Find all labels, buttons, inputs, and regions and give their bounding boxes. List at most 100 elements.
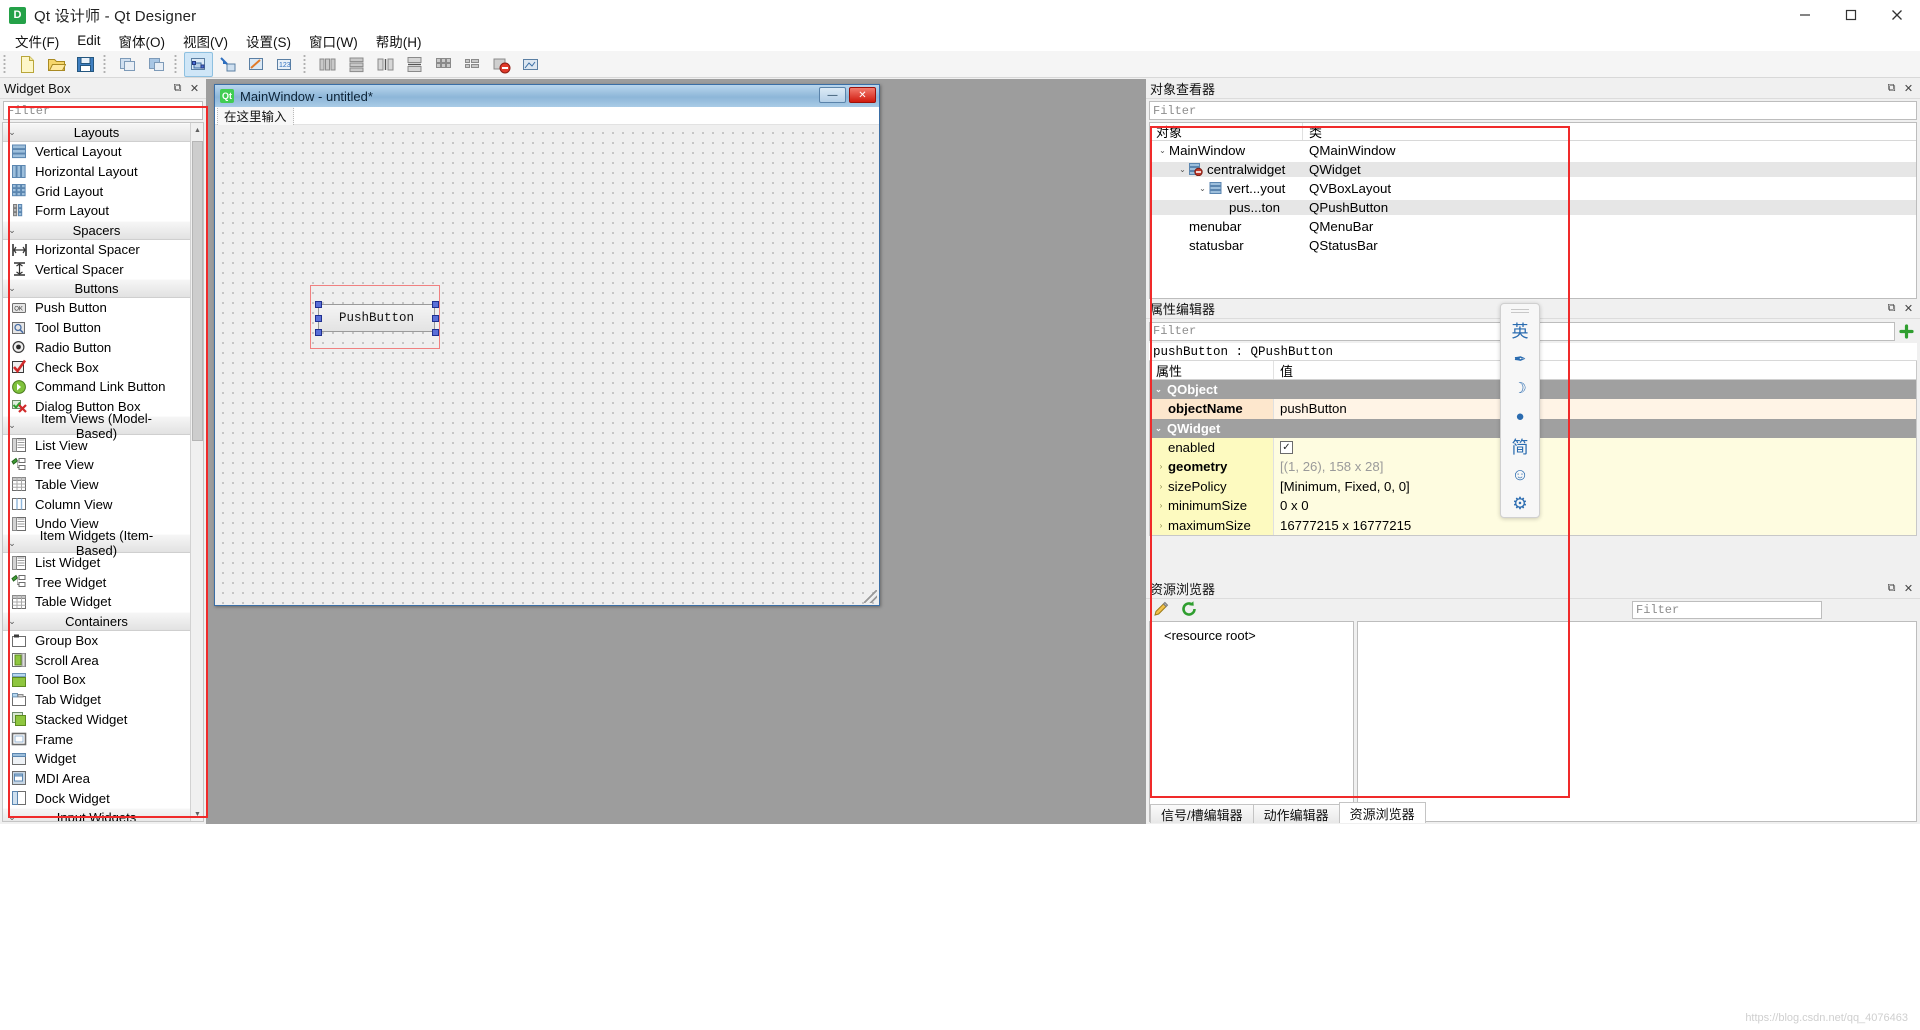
widget-box-scroll-down[interactable]: ▼	[191, 807, 203, 821]
resource-browser-close-button[interactable]: ✕	[1901, 581, 1916, 596]
widget-box-category-layouts[interactable]: ⌄ Layouts	[3, 123, 190, 142]
close-button[interactable]	[1874, 0, 1920, 30]
property-value-cell[interactable]: [Minimum, Fixed, 0, 0]	[1274, 476, 1916, 496]
object-tree-row[interactable]: ⌄ vert...yout QVBoxLayout	[1150, 179, 1916, 198]
selection-handle-tl[interactable]	[315, 301, 322, 308]
widget-box-item[interactable]: Frame	[3, 729, 190, 749]
widget-box-item[interactable]: Table View	[3, 475, 190, 495]
widget-box-item[interactable]: Vertical Layout	[3, 142, 190, 162]
chevron-down-icon[interactable]: ⌄	[1156, 146, 1169, 155]
ime-simplified[interactable]: 简	[1505, 433, 1535, 459]
chevron-right-icon[interactable]: ›	[1154, 501, 1168, 510]
resource-browser-float-button[interactable]: ⧉	[1884, 581, 1899, 596]
menu-file[interactable]: 文件(F)	[6, 29, 68, 53]
save-form-icon[interactable]	[71, 52, 100, 77]
selection-handle-br[interactable]	[432, 329, 439, 336]
break-layout-icon[interactable]	[487, 52, 516, 77]
vertical-layout-outline[interactable]: PushButton	[310, 285, 440, 349]
tab-resource-browser[interactable]: 资源浏览器	[1338, 802, 1426, 823]
menu-form[interactable]: 窗体(O)	[110, 29, 175, 53]
widget-box-item[interactable]: Stacked Widget	[3, 710, 190, 730]
menu-settings[interactable]: 设置(S)	[237, 29, 300, 53]
ime-settings[interactable]: ⚙	[1505, 491, 1535, 517]
form-canvas[interactable]: PushButton	[215, 125, 879, 605]
widget-box-item[interactable]: Horizontal Spacer	[3, 240, 190, 260]
widget-box-item[interactable]: Widget	[3, 749, 190, 769]
widget-box-category-item-widgets-item-based[interactable]: ⌄ Item Widgets (Item-Based)	[3, 528, 190, 558]
widget-box-item[interactable]: Check Box	[3, 357, 190, 377]
widget-box-item[interactable]: Command Link Button	[3, 377, 190, 397]
edit-resources-icon[interactable]	[1152, 600, 1170, 621]
adjust-size-icon[interactable]	[516, 52, 545, 77]
reload-resources-icon[interactable]	[1180, 600, 1198, 621]
open-form-icon[interactable]	[42, 52, 71, 77]
widget-box-item[interactable]: Table Widget	[3, 592, 190, 612]
resource-preview[interactable]	[1357, 621, 1917, 822]
widget-box-scroll-up[interactable]: ▲	[191, 123, 203, 137]
widget-box-item[interactable]: Tool Button	[3, 318, 190, 338]
edit-signals-slots-icon[interactable]	[213, 52, 242, 77]
ime-lang-english[interactable]: 英	[1505, 317, 1535, 343]
form-minimize-button[interactable]: —	[819, 87, 846, 103]
selection-handle-ml[interactable]	[315, 315, 322, 322]
toolbar-grip-4[interactable]	[303, 54, 310, 74]
widget-box-category-input-widgets[interactable]: ⌄ Input Widgets	[3, 807, 190, 821]
form-push-button[interactable]: PushButton	[318, 304, 435, 332]
object-tree-row[interactable]: ⌄ MainWindow QMainWindow	[1150, 141, 1916, 160]
object-inspector-float-button[interactable]: ⧉	[1884, 81, 1899, 96]
object-tree-row[interactable]: ⌄ centralwidget QWidget	[1150, 160, 1916, 179]
layout-in-splitter-h-icon[interactable]	[371, 52, 400, 77]
selection-handle-mr[interactable]	[432, 315, 439, 322]
widget-box-float-button[interactable]: ⧉	[170, 81, 185, 96]
toolbar-grip-3[interactable]	[174, 54, 181, 74]
widget-box-item[interactable]: OK Push Button	[3, 298, 190, 318]
selection-handle-bl[interactable]	[315, 329, 322, 336]
property-value-cell[interactable]: [(1, 26), 158 x 28]	[1274, 457, 1916, 477]
layout-horizontally-icon[interactable]	[313, 52, 342, 77]
form-menu-placeholder[interactable]: 在这里输入	[217, 104, 294, 127]
maximize-button[interactable]	[1828, 0, 1874, 30]
widget-box-item[interactable]: Column View	[3, 494, 190, 514]
widget-box-item[interactable]: MDI Area	[3, 769, 190, 789]
object-inspector-filter-input[interactable]: Filter	[1149, 101, 1917, 120]
property-value-cell[interactable]: 16777215 x 16777215	[1274, 515, 1916, 535]
widget-box-list[interactable]: ⌄ Layouts Vertical Layout Horizontal Layout…	[2, 122, 204, 822]
menu-window[interactable]: 窗口(W)	[300, 29, 367, 53]
property-editor-float-button[interactable]: ⧉	[1884, 301, 1899, 316]
property-value-cell[interactable]: ✓	[1274, 437, 1916, 457]
tab-signal-slot-editor[interactable]: 信号/槽编辑器	[1150, 804, 1254, 823]
property-value-cell[interactable]: 0 x 0	[1274, 496, 1916, 516]
property-checkbox[interactable]: ✓	[1280, 440, 1293, 454]
widget-box-category-item-views-model-based[interactable]: ⌄ Item Views (Model-Based)	[3, 411, 190, 441]
resource-tree[interactable]: <resource root>	[1149, 621, 1354, 822]
menu-edit[interactable]: Edit	[68, 31, 109, 50]
widget-box-item[interactable]: Group Box	[3, 631, 190, 651]
layout-vertically-icon[interactable]	[342, 52, 371, 77]
ime-pen[interactable]: ✒	[1505, 346, 1535, 372]
ime-moon[interactable]: ☽	[1505, 375, 1535, 401]
widget-box-category-containers[interactable]: ⌄ Containers	[3, 611, 190, 631]
tab-action-editor[interactable]: 动作编辑器	[1252, 804, 1340, 823]
chevron-right-icon[interactable]: ›	[1154, 462, 1168, 471]
layout-form-icon[interactable]	[458, 52, 487, 77]
object-tree-row[interactable]: statusbar QStatusBar	[1150, 236, 1916, 255]
property-value-cell[interactable]: pushButton	[1274, 399, 1916, 419]
widget-box-scroll-thumb[interactable]	[192, 141, 203, 441]
toolbar-grip[interactable]	[3, 54, 10, 74]
widget-box-close-button[interactable]: ✕	[187, 81, 202, 96]
minimize-button[interactable]	[1782, 0, 1828, 30]
widget-box-filter-input[interactable]: Filter	[3, 101, 203, 120]
object-tree-row[interactable]: menubar QMenuBar	[1150, 217, 1916, 236]
new-form-icon[interactable]	[13, 52, 42, 77]
widget-box-category-spacers[interactable]: ⌄ Spacers	[3, 220, 190, 240]
chevron-down-icon[interactable]: ⌄	[1176, 165, 1189, 174]
chevron-down-icon[interactable]: ⌄	[1196, 184, 1209, 193]
widget-box-item[interactable]: Tool Box	[3, 670, 190, 690]
widget-box-item[interactable]: Grid Layout	[3, 181, 190, 201]
selection-handle-tr[interactable]	[432, 301, 439, 308]
edit-widgets-icon[interactable]	[184, 51, 213, 77]
object-tree-row[interactable]: pus...ton QPushButton	[1150, 198, 1916, 217]
widget-box-item[interactable]: Radio Button	[3, 338, 190, 358]
chevron-right-icon[interactable]: ›	[1154, 521, 1168, 530]
edit-buddies-icon[interactable]	[242, 52, 271, 77]
